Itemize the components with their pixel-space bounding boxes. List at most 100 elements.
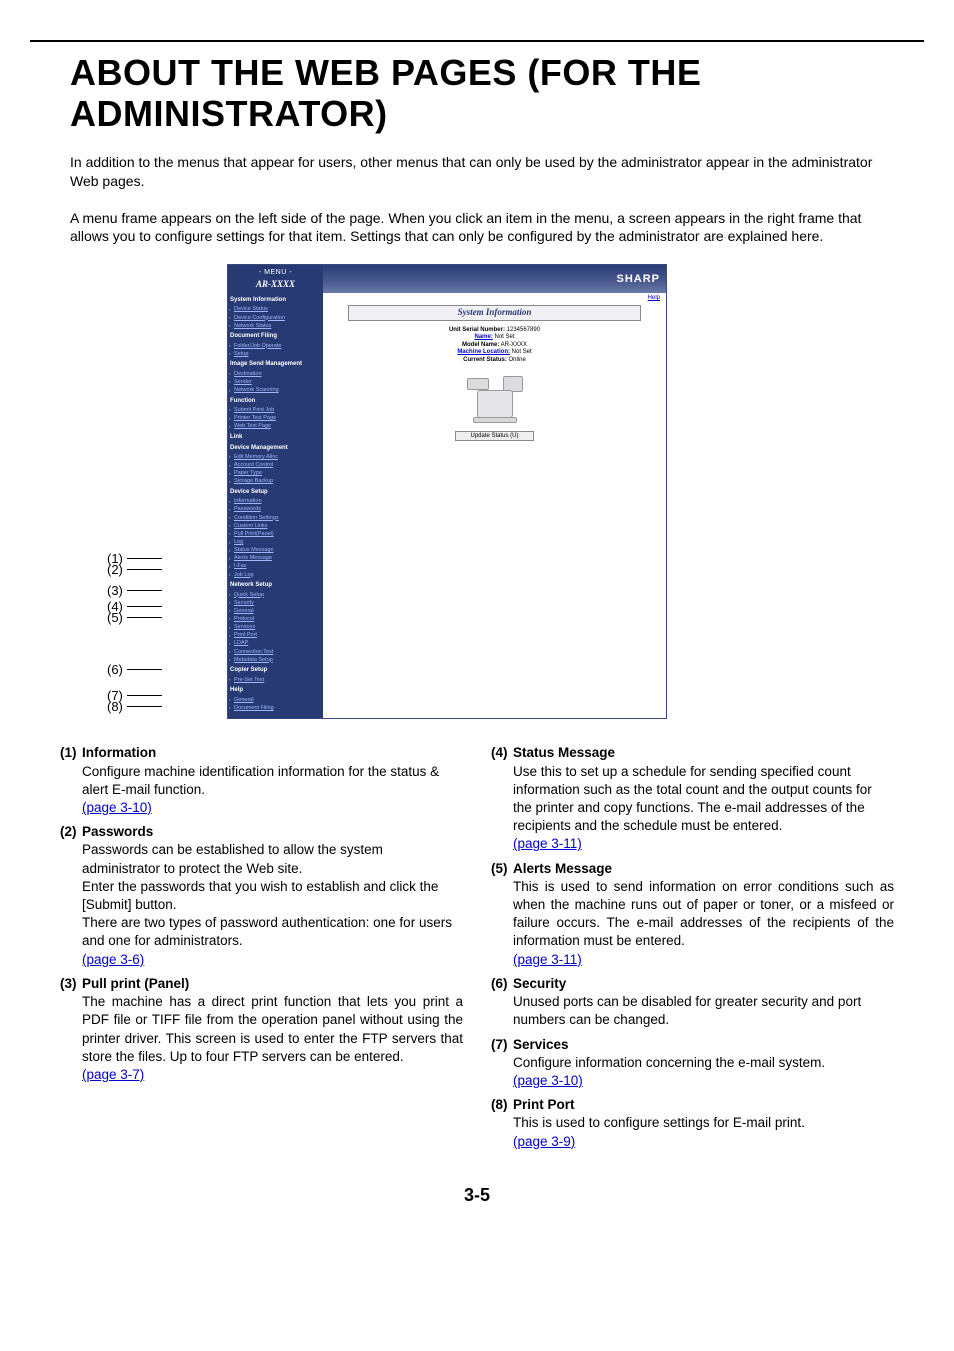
intro-para-1: In addition to the menus that appear for… [70,153,894,191]
callout-6: (6) [107,662,162,677]
content-frame: SHARP Help System Information Unit Seria… [323,265,666,718]
serial-value: 1234567890 [507,327,540,333]
mfp-illustration-icon [465,370,525,425]
menu-item-preset-text[interactable]: Pre-Set Text [230,676,321,684]
name-label[interactable]: Name: [474,334,492,340]
menu-section-help: Help [230,687,321,695]
menu-item-ifax[interactable]: I-Fax [230,563,321,571]
menu-item-condition-settings[interactable]: Condition Settings [230,514,321,522]
location-value: Not Set [512,349,532,355]
item-title: Status Message [513,744,615,762]
name-value: Not Set [495,334,515,340]
left-column: (1)Information Configure machine identif… [60,744,463,1157]
menu-item-destination[interactable]: Destination [230,370,321,378]
menu-item-account-control[interactable]: Account Control [230,462,321,470]
intro-para-2: A menu frame appears on the left side of… [70,209,894,247]
menu-item-print-port[interactable]: Print Port [230,632,321,640]
menu-section-device-setup: Device Setup [230,489,321,497]
descriptions: (1)Information Configure machine identif… [60,744,894,1157]
menu-item-device-status[interactable]: Device Status [230,306,321,314]
item-information: (1)Information Configure machine identif… [60,744,463,817]
menu-item-information[interactable]: Information [230,498,321,506]
status-label: Current Status: [463,357,507,363]
menu-item-status-message[interactable]: Status Message [230,547,321,555]
item-body: Use this to set up a schedule for sendin… [513,764,872,834]
page-link-3-11b[interactable]: (page 3-11) [513,952,582,967]
item-body: Unused ports can be disabled for greater… [513,994,861,1027]
item-pull-print: (3)Pull print (Panel) The machine has a … [60,975,463,1084]
menu-item-storage-backup[interactable]: Storage Backup [230,478,321,486]
brand-label: SHARP [616,272,660,286]
admin-webpage-screenshot: (1) (2) (3) (4) (5) (6) (7) (8) - MENU -… [167,264,787,719]
item-print-port: (8)Print Port This is used to configure … [491,1096,894,1151]
right-column: (4)Status Message Use this to set up a s… [491,744,894,1157]
menu-item-device-configuration[interactable]: Device Configuration [230,314,321,322]
menu-item-log[interactable]: Log [230,539,321,547]
menu-item-printer-test-page[interactable]: Printer Test Page [230,415,321,423]
page-link-3-6[interactable]: (page 3-6) [82,952,144,967]
menu-item-pull-print-panel[interactable]: Pull Print(Panel) [230,530,321,538]
menu-item-ldap[interactable]: LDAP [230,640,321,648]
menu-label: - MENU - [230,267,321,278]
menu-section-image-send: Image Send Management [230,361,321,369]
system-info-block: Unit Serial Number: 1234567890 Name: Not… [323,327,666,365]
menu-item-submit-print-job[interactable]: Submit Print Job [230,406,321,414]
menu-item-sender[interactable]: Sender [230,378,321,386]
callout-8: (8) [107,699,162,714]
menu-item-passwords[interactable]: Passwords [230,506,321,514]
menu-section-document-filing: Document Filing [230,333,321,341]
item-body-3: There are two types of password authenti… [82,915,452,948]
help-link[interactable]: Help [323,293,666,305]
item-body: The machine has a direct print function … [82,994,463,1064]
menu-item-security[interactable]: Security [230,599,321,607]
page-link-3-7[interactable]: (page 3-7) [82,1067,144,1082]
menu-item-help-document-filing[interactable]: Document Filing [230,704,321,712]
menu-item-alerts-message[interactable]: Alerts Message [230,555,321,563]
modelname-label: Model Name: [462,342,499,348]
menu-item-web-test-page[interactable]: Web Test Page [230,423,321,431]
menu-item-folder-job-operate[interactable]: Folder/Job Operate [230,342,321,350]
callout-5: (5) [107,610,162,625]
menu-item-network-status[interactable]: Network Status [230,322,321,330]
menu-item-protocol[interactable]: Protocol [230,615,321,623]
menu-item-paper-type[interactable]: Paper Type [230,470,321,478]
page-link-3-10b[interactable]: (page 3-10) [513,1073,583,1088]
menu-item-docfiling-setup[interactable]: Setup [230,350,321,358]
item-title: Passwords [82,823,153,841]
modelname-value: AR-XXXX [501,342,527,348]
top-rule [30,40,924,42]
item-services: (7)Services Configure information concer… [491,1036,894,1091]
menu-section-copier-setup: Copier Setup [230,667,321,675]
menu-frame: - MENU - AR-XXXX System Information Devi… [228,265,323,718]
menu-item-connection-test[interactable]: Connection Test [230,648,321,656]
item-status-message: (4)Status Message Use this to set up a s… [491,744,894,853]
callout-3: (3) [107,583,162,598]
item-passwords: (2)Passwords Passwords can be establishe… [60,823,463,969]
page-title: ABOUT THE WEB PAGES (FOR THE ADMINISTRAT… [70,52,894,135]
menu-section-link: Link [230,434,321,442]
menu-item-edit-memory-alloc[interactable]: Edit Memory Alloc [230,453,321,461]
menu-item-services[interactable]: Services [230,624,321,632]
item-body: This is used to send information on erro… [513,879,894,949]
menu-item-help-general[interactable]: General [230,696,321,704]
page-link-3-9[interactable]: (page 3-9) [513,1134,575,1149]
menu-item-custom-links[interactable]: Custom Links [230,522,321,530]
menu-item-metadata-setup[interactable]: Metadata Setup [230,656,321,664]
menu-item-job-log[interactable]: Job Log [230,571,321,579]
location-label[interactable]: Machine Location: [457,349,510,355]
item-title: Alerts Message [513,860,612,878]
item-title: Services [513,1036,569,1054]
item-title: Pull print (Panel) [82,975,189,993]
item-alerts-message: (5)Alerts Message This is used to send i… [491,860,894,969]
status-value: Online [509,357,526,363]
page-link-3-10[interactable]: (page 3-10) [82,800,152,815]
page-link-3-11a[interactable]: (page 3-11) [513,836,582,851]
update-status-button[interactable]: Update Status (U) [455,431,533,441]
menu-section-system-information: System Information [230,297,321,305]
menu-item-network-scanning[interactable]: Network Scanning [230,387,321,395]
menu-item-quick-setup[interactable]: Quick Setup [230,591,321,599]
menu-section-network-setup: Network Setup [230,582,321,590]
model-label: AR-XXXX [230,278,321,294]
callout-2: (2) [107,562,162,577]
menu-item-general[interactable]: General [230,607,321,615]
